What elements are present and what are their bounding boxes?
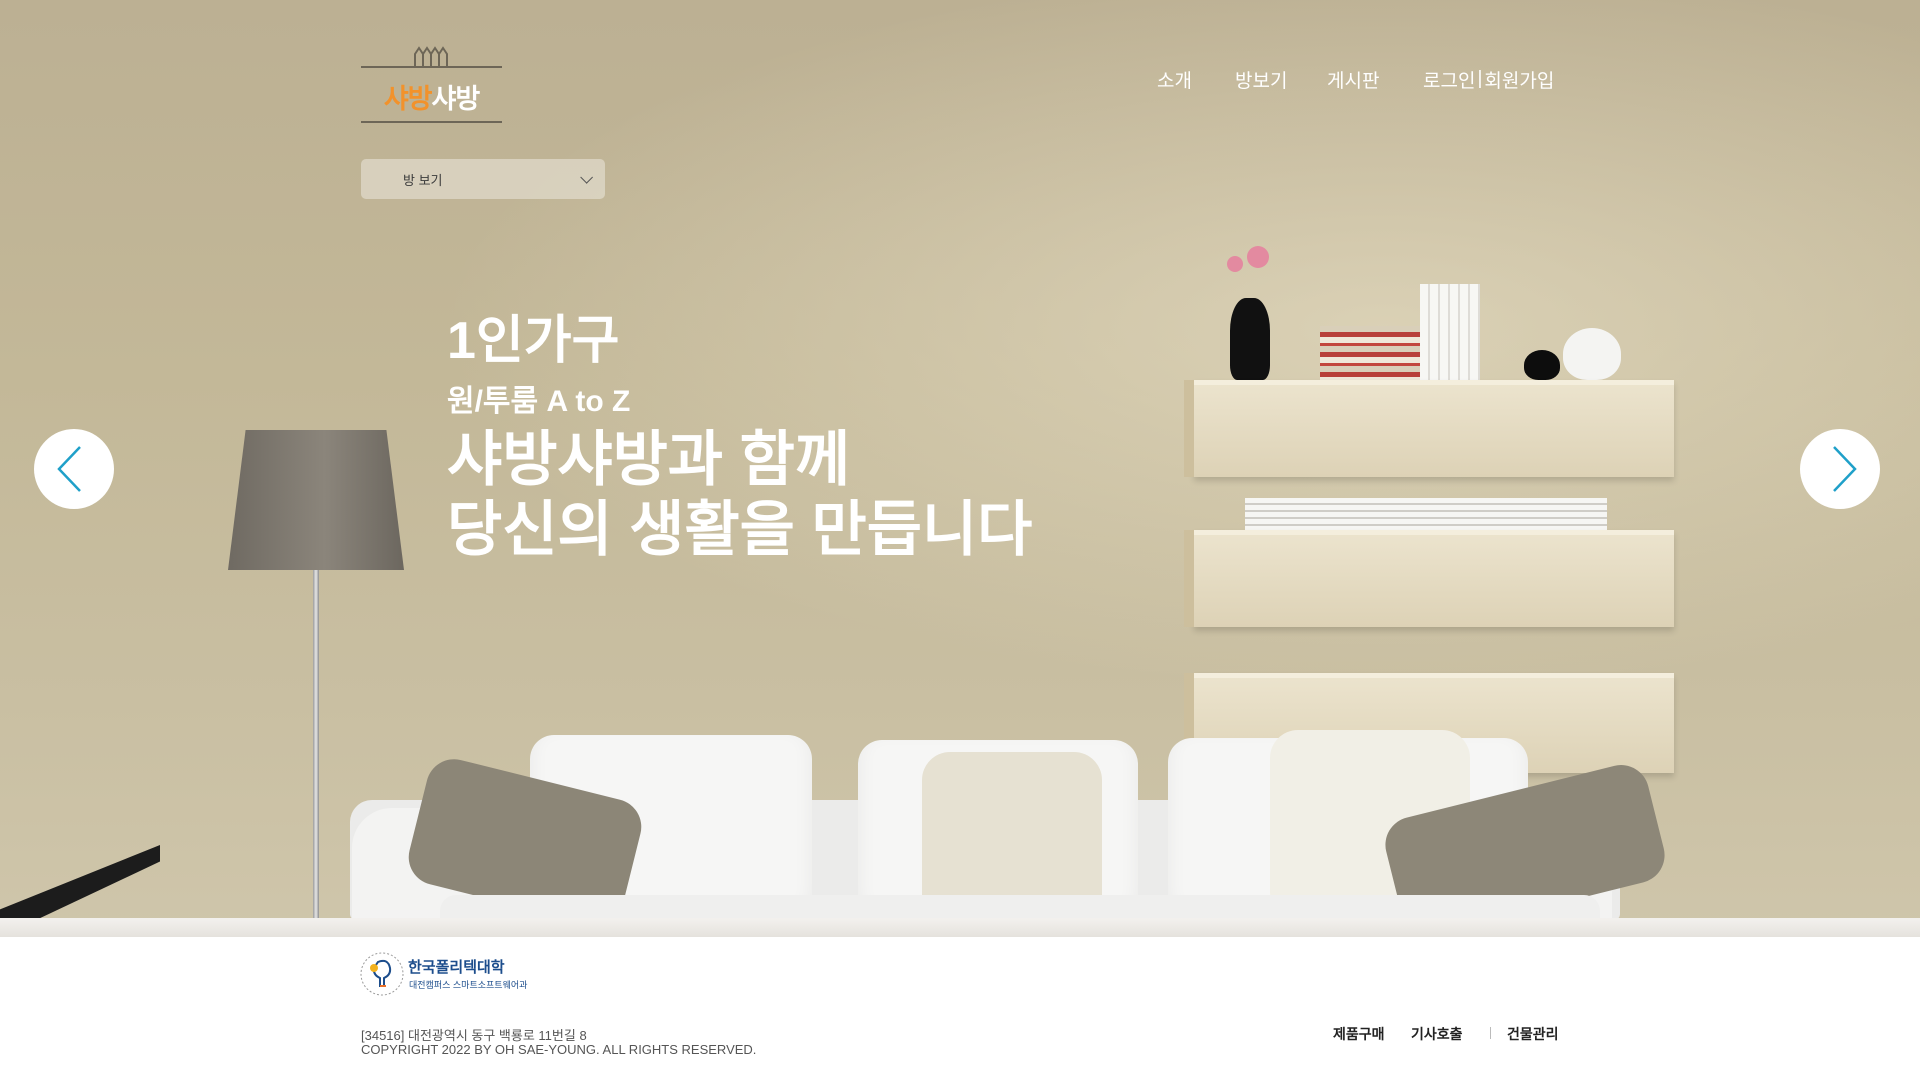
auth-links: 로그인 | 회원가입 [1423, 64, 1554, 94]
footer-link-buy[interactable]: 제품구매 [1333, 1024, 1385, 1044]
floor [0, 918, 1920, 937]
footer-copyright: COPYRIGHT 2022 BY OH SAE-YOUNG. ALL RIGH… [361, 1042, 757, 1057]
footer-link-building[interactable]: 건물관리 [1507, 1024, 1559, 1044]
logo-rule [361, 121, 502, 123]
chevron-right-icon [1833, 446, 1857, 492]
nav-item-board[interactable]: 게시판 [1327, 66, 1379, 93]
room-select-value: 방 보기 [403, 172, 443, 188]
nav-item-rooms[interactable]: 방보기 [1235, 66, 1287, 93]
room-select-dropdown[interactable]: 방 보기 [361, 159, 605, 199]
chevron-left-icon [57, 446, 81, 492]
wall-shelf [1184, 380, 1674, 477]
hero-banner [0, 0, 1920, 937]
lamp-pole [313, 570, 319, 937]
logo-text: 샤방샤방 [361, 77, 502, 116]
school-emblem-icon [360, 952, 404, 996]
school-department: 대전캠퍼스 스마트소프트웨어과 [409, 980, 528, 990]
small-vase [1524, 350, 1560, 380]
black-vase [1230, 298, 1270, 380]
chevron-down-icon [580, 170, 593, 184]
footer-link-call[interactable]: 기사호출 [1411, 1024, 1463, 1044]
site-logo[interactable]: 샤방샤방 [361, 44, 502, 124]
logo-text-accent: 샤방 [383, 84, 433, 114]
hero-subtitle: 원/투룸 A to Z [447, 385, 631, 418]
auth-separator: | [1477, 68, 1483, 89]
lamp-shade [228, 430, 404, 570]
logo-rule [361, 66, 502, 68]
school-logo[interactable]: 한국폴리텍대학 대전캠퍼스 스마트소프트웨어과 [358, 948, 534, 1000]
hero-slogan-line2: 당신의 생활을 만듭니다 [447, 496, 1033, 563]
flower [1227, 256, 1243, 272]
shelf-books [1245, 498, 1607, 530]
footer-link-divider [1490, 1027, 1491, 1039]
stacked-books [1320, 326, 1432, 380]
next-slide-button[interactable] [1800, 429, 1880, 509]
hero-slogan-line1: 샤방샤방과 함께 [447, 426, 851, 493]
nav-board[interactable]: 게시판 [1327, 64, 1379, 94]
logo-text-main: 샤방 [431, 84, 481, 114]
white-vase [1563, 328, 1621, 380]
wall-shelf [1184, 530, 1674, 627]
nav-about[interactable]: 소개 [1157, 64, 1192, 94]
prev-slide-button[interactable] [34, 429, 114, 509]
hero-title: 1인가구 [447, 312, 620, 370]
login-link[interactable]: 로그인 [1423, 66, 1475, 93]
flower [1247, 246, 1269, 268]
school-name: 한국폴리텍대학 [408, 959, 505, 976]
signup-link[interactable]: 회원가입 [1484, 66, 1554, 93]
nav-rooms[interactable]: 방보기 [1235, 64, 1287, 94]
standing-books [1420, 284, 1480, 380]
nav-item-about[interactable]: 소개 [1157, 66, 1192, 93]
